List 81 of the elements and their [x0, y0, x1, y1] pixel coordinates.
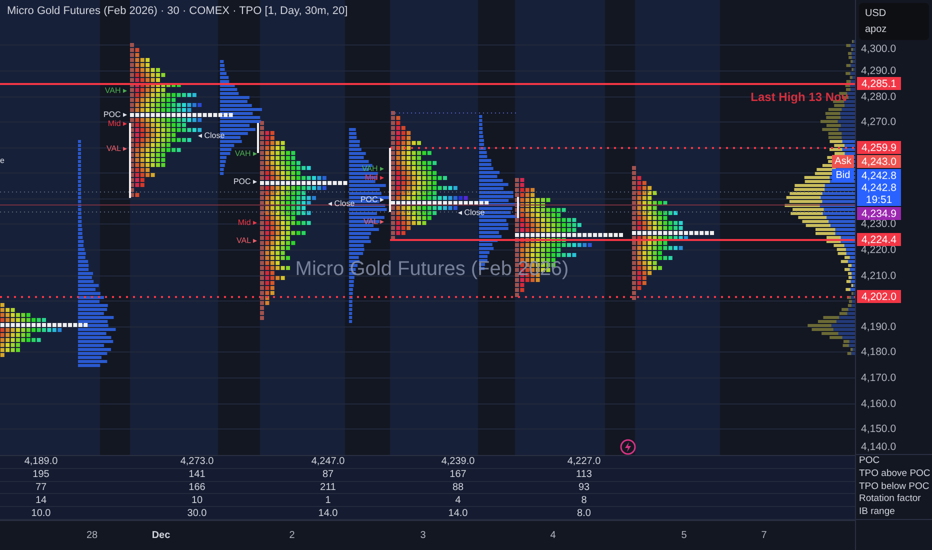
profile-label: POC ▸ — [233, 177, 257, 186]
time-axis-label: 3 — [419, 530, 427, 541]
profile-label: VAH ▸ — [104, 86, 127, 95]
time-axis-label: 28 — [85, 530, 99, 541]
price-axis-label: 4,290.0 — [861, 64, 896, 78]
stat-value: 10.0 — [30, 508, 52, 519]
price-tag: 4,224.4 — [857, 233, 901, 246]
chart-legend: Micro Gold Futures (Feb 2026) · 30 · COMEX · TPO [1, Day, 30m, 20] — [7, 5, 348, 17]
stat-value: 88 — [451, 482, 465, 493]
account-box[interactable]: USD apoz — [859, 3, 929, 40]
stat-value: 30.0 — [186, 508, 208, 519]
price-axis-label: 4,150.0 — [861, 422, 896, 436]
price-tag: 4,243.0 — [857, 155, 901, 168]
ib-range-line — [389, 148, 391, 212]
price-tag: 4,242.8 — [857, 169, 901, 182]
price-axis-label: 4,190.0 — [861, 320, 896, 334]
stat-value: 4,247.0 — [310, 456, 346, 468]
price-axis-label: 4,220.0 — [861, 244, 896, 257]
profile-label: ◂ Close — [458, 208, 485, 217]
price-tag: 4,202.0 — [857, 290, 901, 303]
stat-value: 141 — [188, 469, 206, 480]
quote-label: Ask — [832, 155, 854, 168]
profile-label: VAL ▸ — [106, 144, 127, 153]
profile-label: VAL ▸ — [236, 236, 257, 245]
stat-value: 4,227.0 — [566, 456, 602, 468]
stat-value: 4,189.0 — [23, 456, 59, 468]
profile-label: ◂ Close — [328, 199, 355, 208]
price-tag: 4,242.8 19:51 — [857, 182, 901, 206]
stat-value: 4,239.0 — [440, 456, 476, 468]
price-axis-label: 4,140.0 — [861, 440, 896, 454]
stat-value: 166 — [188, 482, 206, 493]
currency-label: USD — [865, 8, 888, 19]
stat-value: 87 — [321, 469, 335, 480]
stat-value: 93 — [577, 482, 591, 493]
stat-value: 1 — [324, 494, 332, 506]
price-axis-label: 4,280.0 — [861, 90, 896, 104]
stat-label: TPO below POC — [858, 480, 930, 494]
stat-value: 8 — [580, 494, 588, 506]
stat-label: IB range — [858, 506, 896, 520]
stat-value: 113 — [575, 469, 593, 480]
time-axis-label: 5 — [680, 530, 688, 541]
ib-range-line — [517, 197, 519, 218]
time-axis-label: Dec — [150, 530, 172, 541]
price-axis-label: 4,270.0 — [861, 115, 896, 129]
profile-label: POC ▸ — [103, 110, 127, 119]
price-axis-label: 4,230.0 — [861, 218, 896, 231]
account-name: apoz — [865, 24, 888, 35]
stat-value: 195 — [32, 469, 50, 480]
stat-label: POC — [858, 455, 881, 468]
profile-label: Mid ▸ — [238, 218, 257, 227]
profile-label: ◂ Close — [198, 131, 225, 140]
profile-label: VAH ▸ — [234, 149, 257, 158]
price-tag: 4,285.1 — [857, 77, 901, 90]
time-axis-label: 7 — [760, 530, 768, 541]
stat-value: 8.0 — [576, 508, 592, 519]
stat-value: 167 — [448, 469, 468, 480]
profile-label: e — [0, 156, 4, 165]
price-axis-label: 4,300.0 — [861, 42, 896, 56]
stat-value: 4 — [454, 494, 462, 506]
stat-value: 4,273.0 — [179, 456, 215, 468]
ib-range-line — [257, 123, 259, 153]
price-axis-label: 4,180.0 — [861, 345, 896, 359]
level-label: Last High 13 Nov — [750, 90, 848, 104]
time-axis-label: 2 — [288, 530, 296, 541]
price-axis-label: 4,210.0 — [861, 269, 896, 283]
price-tag: 4,259.9 — [857, 141, 901, 154]
price-axis-label: 4,170.0 — [861, 371, 896, 385]
price-axis-label: 4,160.0 — [861, 397, 896, 411]
stat-value: 10 — [190, 494, 204, 506]
quote-label: Bid — [832, 169, 854, 182]
profile-label: Mid ▸ — [108, 119, 127, 128]
stat-label: Rotation factor — [858, 493, 922, 506]
stat-value: 14 — [34, 494, 48, 506]
stat-value: 14.0 — [447, 508, 469, 519]
lightning-icon — [620, 439, 636, 455]
stat-value: 211 — [319, 482, 337, 493]
price-tag: 4,234.9 — [857, 207, 901, 220]
stat-value: 14.0 — [317, 508, 339, 519]
stat-label: TPO above POC — [858, 468, 932, 481]
stat-value: 77 — [34, 482, 48, 493]
time-axis-label: 4 — [549, 530, 557, 541]
